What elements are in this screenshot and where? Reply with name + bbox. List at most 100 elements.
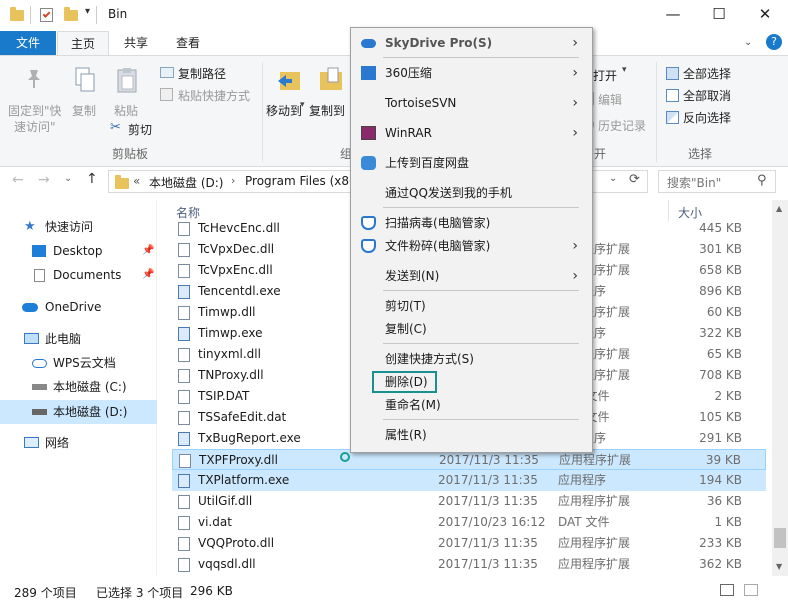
path-segment-drive[interactable]: 本地磁盘 (D:) [149,174,223,191]
properties-icon[interactable] [40,8,53,22]
menu-item-label: 通过QQ发送到我的手机 [385,186,512,200]
table-row[interactable]: WBC... 2017/11/3 11:35 应用程序扩展 [172,575,766,576]
file-size: 2 KB [714,389,742,403]
pin-button-label-1[interactable]: 固定到"快 [8,102,62,119]
file-name: TxBugReport.exe [198,431,301,445]
cursor-indicator [340,452,350,462]
nav-item-drive-d[interactable]: 本地磁盘 (D:) [0,400,157,424]
copy-to-button[interactable]: 复制到 [309,102,345,119]
details-view-icon[interactable] [720,584,734,596]
back-button[interactable]: ← [12,172,24,188]
tab-home[interactable]: 主页 [57,31,109,55]
cut-button[interactable]: 剪切 [128,121,152,138]
scroll-thumb[interactable] [774,528,786,548]
search-icon[interactable]: ⚲ [757,173,767,188]
nav-item-network[interactable]: 网络 [0,432,157,454]
move-to-button[interactable]: 移动到 [266,102,302,119]
menu-item[interactable]: SkyDrive Pro(S) › [353,31,590,55]
file-type: 应用程序 [558,473,607,487]
path-chevron-icon[interactable]: › [231,174,235,187]
item-count: 289 个项目 [14,586,77,600]
menu-item-label: 360压缩 [385,66,432,80]
nav-item-onedrive[interactable]: OneDrive [0,296,157,318]
network-icon [24,437,39,448]
paste-button[interactable]: 粘贴 [114,102,138,119]
refresh-icon[interactable]: ⟳ [629,172,640,187]
scissors-icon: ✂ [110,120,121,135]
copy-button[interactable]: 复制 [72,102,96,119]
pin-icon[interactable]: 📌 [142,264,154,286]
help-icon[interactable]: ? [766,34,782,50]
ribbon-expand-icon[interactable]: ⌄ [744,37,752,48]
menu-item[interactable]: TortoiseSVN › [353,91,590,115]
vertical-scrollbar[interactable]: ▲ ▼ [772,200,788,576]
select-none-button[interactable]: 全部取消 [683,87,731,104]
new-folder-icon[interactable] [64,7,78,21]
table-row[interactable]: vi.dat 2017/10/23 16:12 DAT 文件 1 KB [172,512,766,533]
nav-item-documents[interactable]: Documents 📌 [0,264,157,286]
maximize-button[interactable]: ☐ [696,0,742,31]
table-row[interactable]: TXPlatform.exe 2017/11/3 11:35 应用程序 194 KB [172,470,766,491]
path-overflow-icon[interactable]: « [133,174,140,188]
pin-button-label-2[interactable]: 速访问" [14,118,56,135]
menu-item[interactable]: 复制(C) [353,317,590,341]
menu-separator [383,343,579,344]
tab-view[interactable]: 查看 [164,31,212,55]
menu-item[interactable]: 360压缩 › [353,61,590,85]
invert-selection-icon [666,111,679,124]
menu-item[interactable]: 重命名(M) [353,393,590,417]
tab-file[interactable]: 文件 [0,31,56,55]
move-to-icon [276,66,302,94]
quick-access-dropdown-icon[interactable]: ▾ [85,6,90,17]
menu-item[interactable]: 上传到百度网盘 [353,151,590,175]
tab-share[interactable]: 共享 [112,31,160,55]
cloud-icon [22,303,38,312]
menu-item[interactable]: 扫描病毒(电脑管家) [353,211,590,235]
divider [30,6,31,24]
file-type: 应用程序扩展 [558,536,631,550]
menu-item[interactable]: WinRAR › [353,121,590,145]
file-name: TXPFProxy.dll [199,453,278,467]
address-dropdown-icon[interactable]: ⌄ [609,173,617,184]
paste-shortcut-button[interactable]: 粘贴快捷方式 [178,87,250,104]
forward-button[interactable]: → [38,172,50,188]
menu-item[interactable]: 创建快捷方式(S) [353,347,590,371]
open-button[interactable]: 打开 [593,67,617,84]
move-to-dropdown-icon[interactable]: ▾ [300,100,305,110]
file-icon [178,495,190,509]
open-dropdown-icon[interactable]: ▾ [622,65,627,75]
menu-item[interactable]: 通过QQ发送到我的手机 [353,181,590,205]
path-segment-folder[interactable]: Program Files (x86 [245,174,357,188]
table-row[interactable]: VQQProto.dll 2017/11/3 11:35 应用程序扩展 233 KB [172,533,766,554]
file-date: 2017/11/3 11:35 [438,473,538,487]
select-all-button[interactable]: 全部选择 [683,65,731,82]
nav-item-this-pc[interactable]: 此电脑 [0,328,157,350]
search-box[interactable]: 搜索"Bin" ⚲ [658,170,776,193]
scroll-down-icon[interactable]: ▼ [776,562,782,571]
search-input[interactable]: 搜索"Bin" [667,174,721,191]
recent-locations-icon[interactable]: ⌄ [64,173,72,184]
nav-item-wps-cloud[interactable]: WPS云文档 [0,352,157,374]
large-icons-view-icon[interactable] [744,584,758,596]
nav-item-desktop[interactable]: Desktop 📌 [0,240,157,262]
edit-button[interactable]: 编辑 [598,91,622,108]
nav-item-drive-c[interactable]: 本地磁盘 (C:) [0,376,157,398]
menu-item[interactable]: 属性(R) [353,423,590,447]
menu-item-label: 扫描病毒(电脑管家) [385,216,491,230]
copy-path-button[interactable]: 复制路径 [178,65,226,82]
menu-item[interactable]: 发送到(N) › [353,264,590,288]
minimize-button[interactable]: — [650,0,696,31]
close-button[interactable]: ✕ [742,0,788,31]
pin-icon[interactable]: 📌 [142,240,154,262]
table-row[interactable]: vqqsdl.dll 2017/11/3 11:35 应用程序扩展 362 KB [172,554,766,575]
menu-item[interactable]: 剪切(T) [353,294,590,318]
history-button[interactable]: 历史记录 [598,117,646,134]
table-row[interactable]: UtilGif.dll 2017/11/3 11:35 应用程序扩展 36 KB [172,491,766,512]
menu-item[interactable]: 文件粉碎(电脑管家) › [353,234,590,258]
up-button[interactable]: ↑ [86,171,98,187]
menu-separator [383,207,579,208]
nav-label: 本地磁盘 (C:) [53,380,127,394]
nav-item-quick-access[interactable]: ★ 快速访问 [0,216,157,238]
scroll-up-icon[interactable]: ▲ [776,204,782,213]
invert-selection-button[interactable]: 反向选择 [683,109,731,126]
